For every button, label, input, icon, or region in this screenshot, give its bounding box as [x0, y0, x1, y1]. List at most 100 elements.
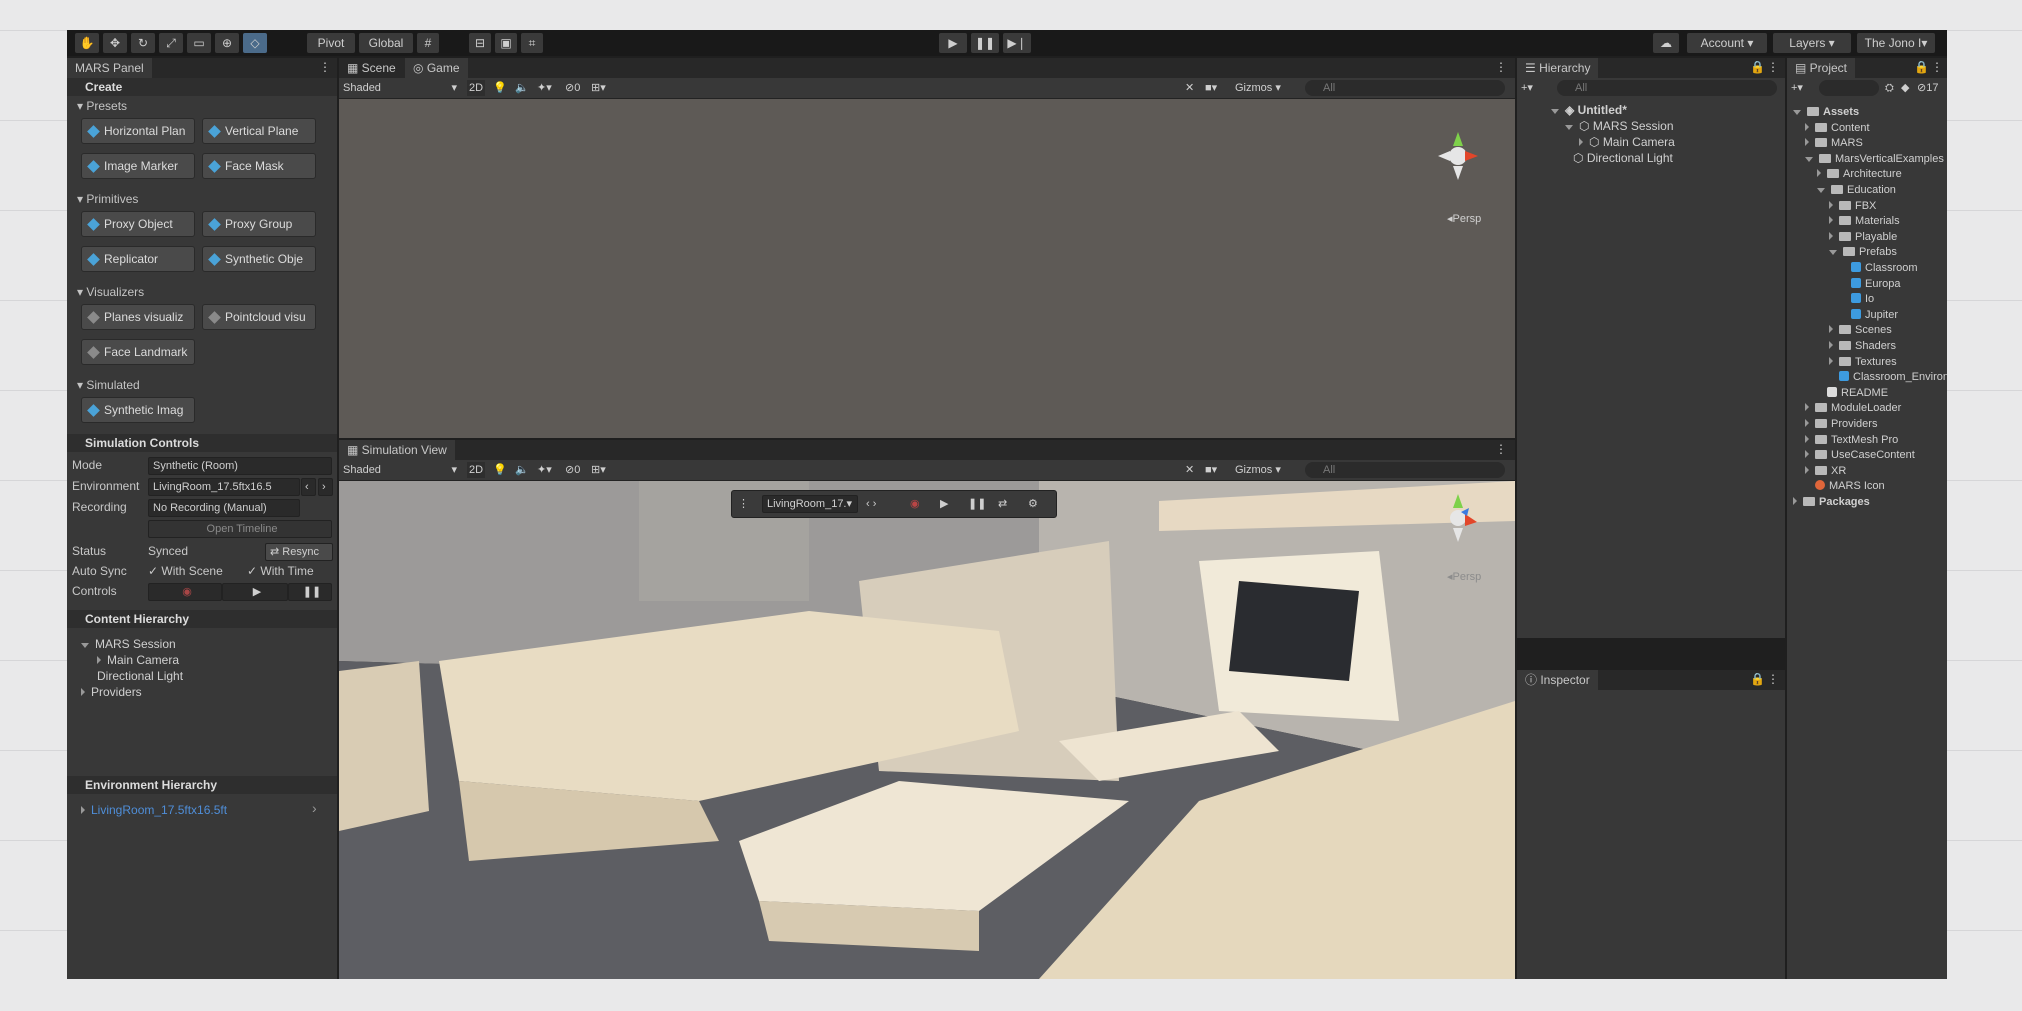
project-item[interactable]: Assets — [1793, 104, 1859, 120]
mode-dropdown[interactable]: Synthetic (Room) — [148, 457, 332, 475]
project-item[interactable]: ModuleLoader — [1805, 400, 1901, 416]
proxy-group-button[interactable]: Proxy Group — [202, 211, 316, 237]
env-next-button[interactable]: › — [318, 478, 333, 496]
project-item[interactable]: Scenes — [1829, 322, 1892, 338]
collapse-arrow-icon[interactable] — [1817, 169, 1821, 178]
grid-snap-icon[interactable]: # — [417, 33, 439, 53]
project-search-input[interactable] — [1819, 80, 1879, 96]
transform-tool-icon[interactable]: ⊕ — [215, 33, 239, 53]
open-timeline-button[interactable]: Open Timeline — [148, 520, 332, 538]
env-prev-button[interactable]: ‹ — [301, 478, 316, 496]
sim-play-button[interactable]: ▶ — [222, 583, 288, 601]
project-item[interactable]: MARS — [1805, 135, 1863, 151]
horizontal-plane-button[interactable]: Horizontal Plan — [81, 118, 195, 144]
collapse-arrow-icon[interactable] — [1829, 356, 1833, 365]
presets-foldout[interactable]: ▾ Presets — [77, 98, 127, 114]
synthetic-object-button[interactable]: Synthetic Obje — [202, 246, 316, 272]
overlay-menu-icon[interactable]: ⋮ — [738, 496, 749, 512]
environment-item-livingroom[interactable]: LivingRoom_17.5ftx16.5ft — [81, 802, 227, 818]
hierarchy-item-directional-light[interactable]: ⬡ Directional Light — [1573, 150, 1673, 166]
project-item[interactable]: Playable — [1829, 229, 1897, 245]
lighting-icon[interactable]: 💡 — [493, 462, 507, 478]
content-item-mars-session[interactable]: MARS Session — [81, 636, 176, 652]
content-item-directional-light[interactable]: Directional Light — [97, 668, 183, 684]
global-toggle[interactable]: Global — [359, 33, 413, 53]
visualizers-foldout[interactable]: ▾ Visualizers — [77, 284, 144, 300]
tab-scene[interactable]: ▦ Scene — [339, 58, 404, 78]
pivot-toggle[interactable]: Pivot — [307, 33, 355, 53]
collapse-arrow-icon[interactable] — [1805, 450, 1809, 459]
simulation-menu-icon[interactable]: ⋮ — [1495, 442, 1507, 456]
project-add-button[interactable]: +▾ — [1791, 80, 1803, 96]
scene-2d-toggle[interactable]: 2D — [467, 80, 485, 96]
project-item[interactable]: Architecture — [1817, 166, 1902, 182]
collapse-arrow-icon[interactable] — [1805, 138, 1809, 147]
inspector-menu-icon[interactable]: ⋮ — [1767, 672, 1779, 686]
chevron-right-icon[interactable]: › — [312, 800, 317, 816]
project-item[interactable]: Providers — [1805, 416, 1877, 432]
project-item[interactable]: TextMesh Pro — [1805, 432, 1898, 448]
hierarchy-search-input[interactable]: All — [1557, 80, 1777, 96]
tab-project[interactable]: ▤ Project — [1787, 58, 1856, 78]
account-dropdown[interactable]: Account ▾ — [1687, 33, 1767, 53]
scale-tool-icon[interactable]: ⤢ — [159, 33, 183, 53]
project-item[interactable]: Classroom — [1841, 260, 1918, 276]
snap-settings-icon[interactable]: ⊟ — [469, 33, 491, 53]
collapse-arrow-icon[interactable] — [1829, 216, 1833, 225]
project-item[interactable]: Prefabs — [1829, 244, 1897, 260]
overlay-settings-icon[interactable]: ⚙ — [1028, 496, 1038, 512]
env-prev-icon[interactable]: ‹ › — [866, 496, 876, 512]
create-section-header[interactable]: Create — [67, 78, 337, 96]
overlay-play-icon[interactable]: ▶ — [940, 496, 948, 512]
planes-visualizer-button[interactable]: Planes visualiz — [81, 304, 195, 330]
camera-icon[interactable]: ■▾ — [1205, 80, 1217, 96]
xr-icon[interactable]: ⌗ — [521, 33, 543, 53]
proxy-object-button[interactable]: Proxy Object — [81, 211, 195, 237]
vertical-plane-button[interactable]: Vertical Plane — [202, 118, 316, 144]
lock-icon[interactable]: 🔒 — [1750, 60, 1765, 74]
simulated-foldout[interactable]: ▾ Simulated — [77, 377, 140, 393]
lock-icon[interactable]: 🔒 — [1914, 60, 1929, 74]
move-tool-icon[interactable]: ✥ — [103, 33, 127, 53]
project-item[interactable]: Textures — [1829, 354, 1897, 370]
simulation-persp-label[interactable]: ◂Persp — [1447, 570, 1481, 583]
cloud-icon[interactable]: ☁ — [1653, 33, 1679, 53]
project-item[interactable]: Content — [1805, 120, 1870, 136]
collapse-arrow-icon[interactable] — [1805, 419, 1809, 427]
environment-hierarchy-header[interactable]: Environment Hierarchy — [67, 776, 337, 794]
project-item[interactable]: Jupiter — [1841, 307, 1898, 323]
project-item[interactable]: UseCaseContent — [1805, 447, 1915, 463]
recording-dropdown[interactable]: No Recording (Manual) — [148, 499, 300, 517]
primitives-foldout[interactable]: ▾ Primitives — [77, 191, 138, 207]
layout-dropdown[interactable]: The Jono I ▾ — [1857, 33, 1935, 53]
collapse-arrow-icon[interactable] — [1805, 465, 1809, 474]
collapse-arrow-icon[interactable] — [1805, 434, 1809, 443]
camera-icon[interactable]: ■▾ — [1205, 462, 1217, 478]
expand-arrow-icon[interactable] — [1793, 110, 1801, 115]
collapse-arrow-icon[interactable] — [1805, 122, 1809, 131]
gizmos-dropdown[interactable]: Gizmos ▾ — [1235, 80, 1281, 96]
hierarchy-menu-icon[interactable]: ⋮ — [1767, 60, 1779, 74]
pointcloud-visualizer-button[interactable]: Pointcloud visu — [202, 304, 316, 330]
project-item[interactable]: Materials — [1829, 213, 1900, 229]
collapse-arrow-icon[interactable] — [1829, 325, 1833, 334]
simulation-2d-toggle[interactable]: 2D — [467, 462, 485, 478]
expand-arrow-icon[interactable] — [1829, 250, 1837, 256]
filter-label-icon[interactable]: ◆ — [1901, 80, 1909, 96]
replicator-button[interactable]: Replicator — [81, 246, 195, 272]
effects-icon[interactable]: ✦▾ — [537, 462, 552, 478]
rotate-tool-icon[interactable]: ↻ — [131, 33, 155, 53]
collapse-arrow-icon[interactable] — [1805, 403, 1809, 412]
simulation-search-input[interactable]: All — [1305, 462, 1505, 478]
pause-button[interactable]: ❚❚ — [971, 33, 999, 53]
collapse-arrow-icon[interactable] — [1829, 231, 1833, 240]
gizmos-dropdown[interactable]: Gizmos ▾ — [1235, 462, 1281, 478]
play-button[interactable]: ▶ — [939, 33, 967, 53]
rect-tool-icon[interactable]: ▭ — [187, 33, 211, 53]
project-item[interactable]: Classroom_Environment — [1829, 369, 1947, 385]
simulation-orientation-gizmo[interactable] — [1433, 488, 1483, 558]
hand-tool-icon[interactable]: ✋ — [75, 33, 99, 53]
sim-pause-button[interactable]: ❚❚ — [288, 583, 332, 601]
filter-type-icon[interactable]: ⛭ — [1885, 80, 1894, 96]
face-landmark-button[interactable]: Face Landmark — [81, 339, 195, 365]
